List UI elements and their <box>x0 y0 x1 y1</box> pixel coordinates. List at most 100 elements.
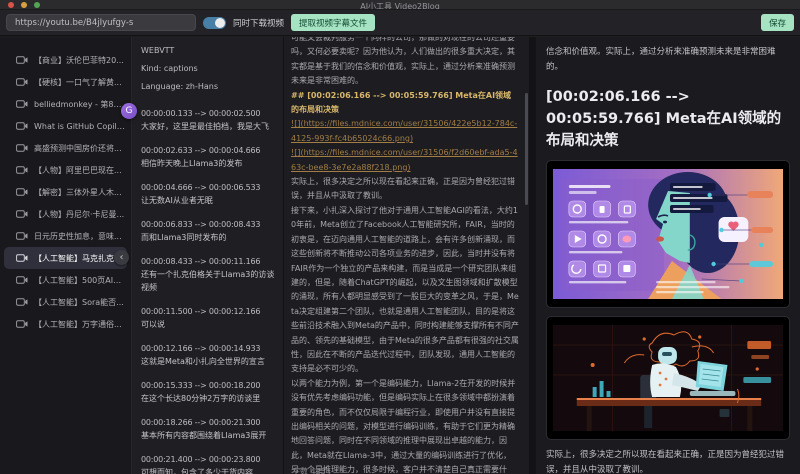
video-camera-icon <box>16 320 28 328</box>
word-count-label: 字数 4254 <box>292 466 331 474</box>
cue-text: 相信昨天晚上Llama3的发布 <box>141 157 277 170</box>
subtitle-cue: 00:00:08.433 --> 00:00:11.166还有一个扎克伯格关于L… <box>141 255 277 294</box>
markdown-image-link: ![](https://files.mdnice.com/user/31506/… <box>291 117 519 146</box>
video-camera-icon <box>16 210 28 218</box>
cue-text: 可以说 <box>141 318 277 331</box>
woman-ai-illustration <box>553 169 783 299</box>
subtitle-cue: 00:00:04.666 --> 00:00:06.533让无数AI从业者无眠 <box>141 181 277 207</box>
markdown-image-link: ![](https://files.mdnice.com/user/31506/… <box>291 146 519 175</box>
cue-timestamp: 00:00:12.166 --> 00:00:14.933 <box>141 342 277 355</box>
video-title: 【人物】阿里巴巴现在... <box>34 165 122 176</box>
cue-text: 在这个长达80分钟2万字的访谈里 <box>141 392 277 405</box>
sidebar-item[interactable]: 【商业】沃伦巴菲特20... <box>0 49 131 71</box>
video-camera-icon <box>16 298 28 306</box>
video-title: belliedmonkey - 第87... <box>34 99 125 110</box>
video-camera-icon <box>16 254 28 262</box>
markdown-editor-content[interactable]: 可能又会裁判服务一个同样的公司，那做的对现在的公司还重要吗，又何必要卖呢？因为他… <box>291 37 519 474</box>
video-title: 【人工智能】500页AI报... <box>34 275 125 286</box>
sidebar-item[interactable]: 【人物】丹尼尔·卡尼曼... <box>0 203 131 225</box>
subtitle-cue: 00:00:00.133 --> 00:00:02.500大家好，这里是最佳拍档… <box>141 107 277 133</box>
sidebar-item[interactable]: belliedmonkey - 第87... <box>0 93 131 115</box>
video-camera-icon <box>16 144 28 152</box>
markdown-heading-line: ## [00:02:06.166 --> 00:05:59.766] Meta在… <box>291 89 519 118</box>
download-video-toggle[interactable] <box>203 17 226 29</box>
cue-timestamp: 00:00:11.500 --> 00:00:12.166 <box>141 305 277 318</box>
subtitle-cue: 00:00:02.633 --> 00:00:04.666相信昨天晚上Llama… <box>141 144 277 170</box>
toolbar: 同时下载视频 提取视频字幕文件 保存 <box>0 10 800 36</box>
toggle-knob <box>215 18 225 28</box>
video-url-input[interactable] <box>6 14 196 31</box>
cue-text: 大家好，这里是最佳拍档，我是大飞 <box>141 120 277 133</box>
preview-image-1 <box>546 160 790 308</box>
window-title: AI小工具 Video2Blog <box>0 1 800 10</box>
cue-timestamp: 00:00:15.333 --> 00:00:18.200 <box>141 379 277 392</box>
cue-timestamp: 00:00:00.133 --> 00:00:02.500 <box>141 107 277 120</box>
app-window: AI小工具 Video2Blog 同时下载视频 提取视频字幕文件 保存 【商业】… <box>0 0 800 474</box>
download-video-toggle-label: 同时下载视频 <box>233 17 284 29</box>
sidebar-item[interactable]: 高盛预测中国房价还将... <box>0 137 131 159</box>
sidebar-video-list: 【商业】沃伦巴菲特20... 【硬核】一口气了解黄... belliedmonkey… <box>0 37 132 474</box>
extract-subtitles-button[interactable]: 提取视频字幕文件 <box>291 14 375 31</box>
video-title: 【硬核】一口气了解黄... <box>34 77 122 88</box>
editor-scrollbar-thumb[interactable] <box>525 93 528 205</box>
markdown-text-line: 可能又会裁判服务一个同样的公司，那做的对现在的公司还重要吗，又何必要卖呢？因为他… <box>291 37 519 89</box>
cue-timestamp: 00:00:02.633 --> 00:00:04.666 <box>141 144 277 157</box>
subtitle-header-line: Language: zh-Hans <box>141 78 277 96</box>
subtitle-header-line: Kind: captions <box>141 60 277 78</box>
video-title: 【人工智能】万字通俗... <box>34 319 122 330</box>
assistant-floating-button[interactable]: G <box>121 103 137 119</box>
video-camera-icon <box>16 100 28 108</box>
video-camera-icon <box>16 166 28 174</box>
video-camera-icon <box>16 56 28 64</box>
video-title: 【人工智能】Sora能否... <box>34 297 124 308</box>
sidebar-item[interactable]: 【解密】三体外星人木... <box>0 181 131 203</box>
video-camera-icon <box>16 122 28 130</box>
sidebar-item[interactable]: 【人物】阿里巴巴现在... <box>0 159 131 181</box>
subtitle-cue: 00:00:11.500 --> 00:00:12.166可以说 <box>141 305 277 331</box>
markdown-preview-panel: 信念和价值观。实际上，通过分析来准确预测未来是非常困难的。 [00:02:06.… <box>536 37 800 474</box>
subtitle-header-line: WEBVTT <box>141 42 277 60</box>
preview-body: 实际上，很多决定之所以现在看起来正确，正是因为曾经犯过错误，并且从中汲取了教训。… <box>546 448 790 474</box>
cue-text: 而和Llama3同时发布的 <box>141 231 277 244</box>
titlebar: AI小工具 Video2Blog <box>0 0 800 10</box>
cyborg-laptop-illustration <box>553 325 783 431</box>
sidebar-item[interactable]: 【人工智能】马克扎克... <box>4 247 127 269</box>
cue-timestamp: 00:00:06.833 --> 00:00:08.433 <box>141 218 277 231</box>
preview-intro-paragraph: 信念和价值观。实际上，通过分析来准确预测未来是非常困难的。 <box>546 45 790 74</box>
save-button[interactable]: 保存 <box>761 14 794 31</box>
cue-text: 还有一个扎克伯格关于Llama3的访谈视频 <box>141 268 277 294</box>
video-title: 【人工智能】马克扎克... <box>34 253 122 264</box>
cue-text: 基本所有内容都围绕着Llama3展开 <box>141 429 277 442</box>
cue-text: 这就是Meta和小扎向全世界的宣言 <box>141 355 277 368</box>
cue-timestamp: 00:00:18.266 --> 00:00:21.300 <box>141 416 277 429</box>
video-camera-icon <box>16 78 28 86</box>
video-title: 【人物】丹尼尔·卡尼曼... <box>34 209 124 220</box>
subtitle-cue: 00:00:21.400 --> 00:00:23.800可想而知，包含了多少干… <box>141 453 277 474</box>
sidebar-item[interactable]: 【硬核】一口气了解黄... <box>0 71 131 93</box>
subtitle-cue: 00:00:18.266 --> 00:00:21.300基本所有内容都围绕着L… <box>141 416 277 442</box>
video-camera-icon <box>16 188 28 196</box>
preview-paragraph: 实际上，很多决定之所以现在看起来正确，正是因为曾经犯过错误，并且从中汲取了教训。 <box>546 448 790 474</box>
sidebar-collapse-button[interactable]: ‹ <box>114 250 129 265</box>
sidebar-item[interactable]: 日元历史性加息，意味... <box>0 225 131 247</box>
video-title: 【商业】沃伦巴菲特20... <box>34 55 124 66</box>
cue-text: 可想而知，包含了多少干货内容 <box>141 466 277 474</box>
video-camera-icon <box>16 276 28 284</box>
sidebar-item[interactable]: What is GitHub Copilot... <box>0 115 131 137</box>
subtitle-cue: 00:00:12.166 --> 00:00:14.933这就是Meta和小扎向… <box>141 342 277 368</box>
subtitle-text-panel[interactable]: WEBVTTKind: captionsLanguage: zh-Hans 00:… <box>132 37 284 474</box>
preview-section-heading: [00:02:06.166 --> 00:05:59.766] Meta在AI领… <box>546 86 790 152</box>
markdown-editor-panel[interactable]: 可能又会裁判服务一个同样的公司，那做的对现在的公司还重要吗，又何必要卖呢？因为他… <box>284 37 530 474</box>
video-title: What is GitHub Copilot... <box>34 122 125 131</box>
cue-timestamp: 00:00:08.433 --> 00:00:11.166 <box>141 255 277 268</box>
video-camera-icon <box>16 232 28 240</box>
sidebar-item[interactable]: 【人工智能】500页AI报... <box>0 269 131 291</box>
cue-timestamp: 00:00:21.400 --> 00:00:23.800 <box>141 453 277 466</box>
video-title: 高盛预测中国房价还将... <box>34 143 122 154</box>
cue-text: 让无数AI从业者无眠 <box>141 194 277 207</box>
markdown-text-line: 实际上，很多决定之所以现在看起来正确，正是因为曾经犯过错误，并且从中汲取了教训。 <box>291 175 519 204</box>
sidebar-item[interactable]: 【人工智能】Sora能否... <box>0 291 131 313</box>
video-title: 【解密】三体外星人木... <box>34 187 122 198</box>
sidebar-item[interactable]: 【人工智能】万字通俗... <box>0 313 131 335</box>
markdown-text-line: 接下来，小扎深入探讨了他对于通用人工智能AGI的看法，大约10年前，Meta创立… <box>291 204 519 377</box>
